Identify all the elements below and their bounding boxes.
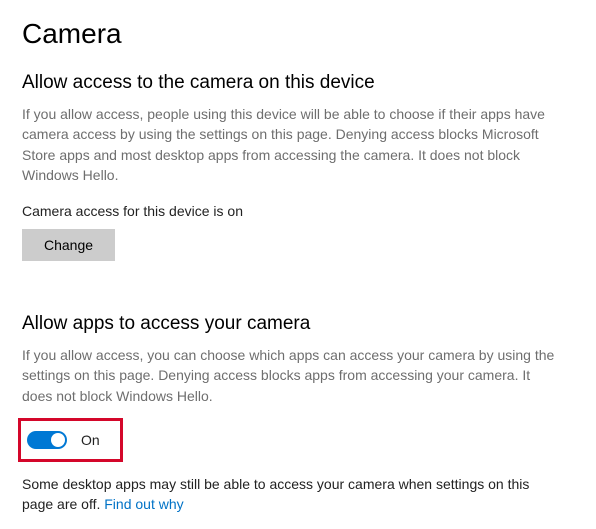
toggle-highlight: On — [18, 418, 123, 462]
section-allow-device-desc: If you allow access, people using this d… — [22, 104, 562, 185]
desktop-apps-note-text: Some desktop apps may still be able to a… — [22, 476, 529, 512]
toggle-knob — [51, 433, 65, 447]
toggle-state-label: On — [81, 432, 100, 448]
section-allow-apps-desc: If you allow access, you can choose whic… — [22, 345, 562, 406]
section-allow-apps-heading: Allow apps to access your camera — [22, 313, 574, 335]
apps-access-toggle[interactable] — [27, 431, 67, 449]
page-title: Camera — [22, 18, 574, 50]
find-out-why-link[interactable]: Find out why — [104, 496, 183, 512]
desktop-apps-note: Some desktop apps may still be able to a… — [22, 474, 562, 515]
section-allow-device-heading: Allow access to the camera on this devic… — [22, 72, 574, 94]
change-button[interactable]: Change — [22, 229, 115, 261]
device-access-status: Camera access for this device is on — [22, 203, 574, 219]
